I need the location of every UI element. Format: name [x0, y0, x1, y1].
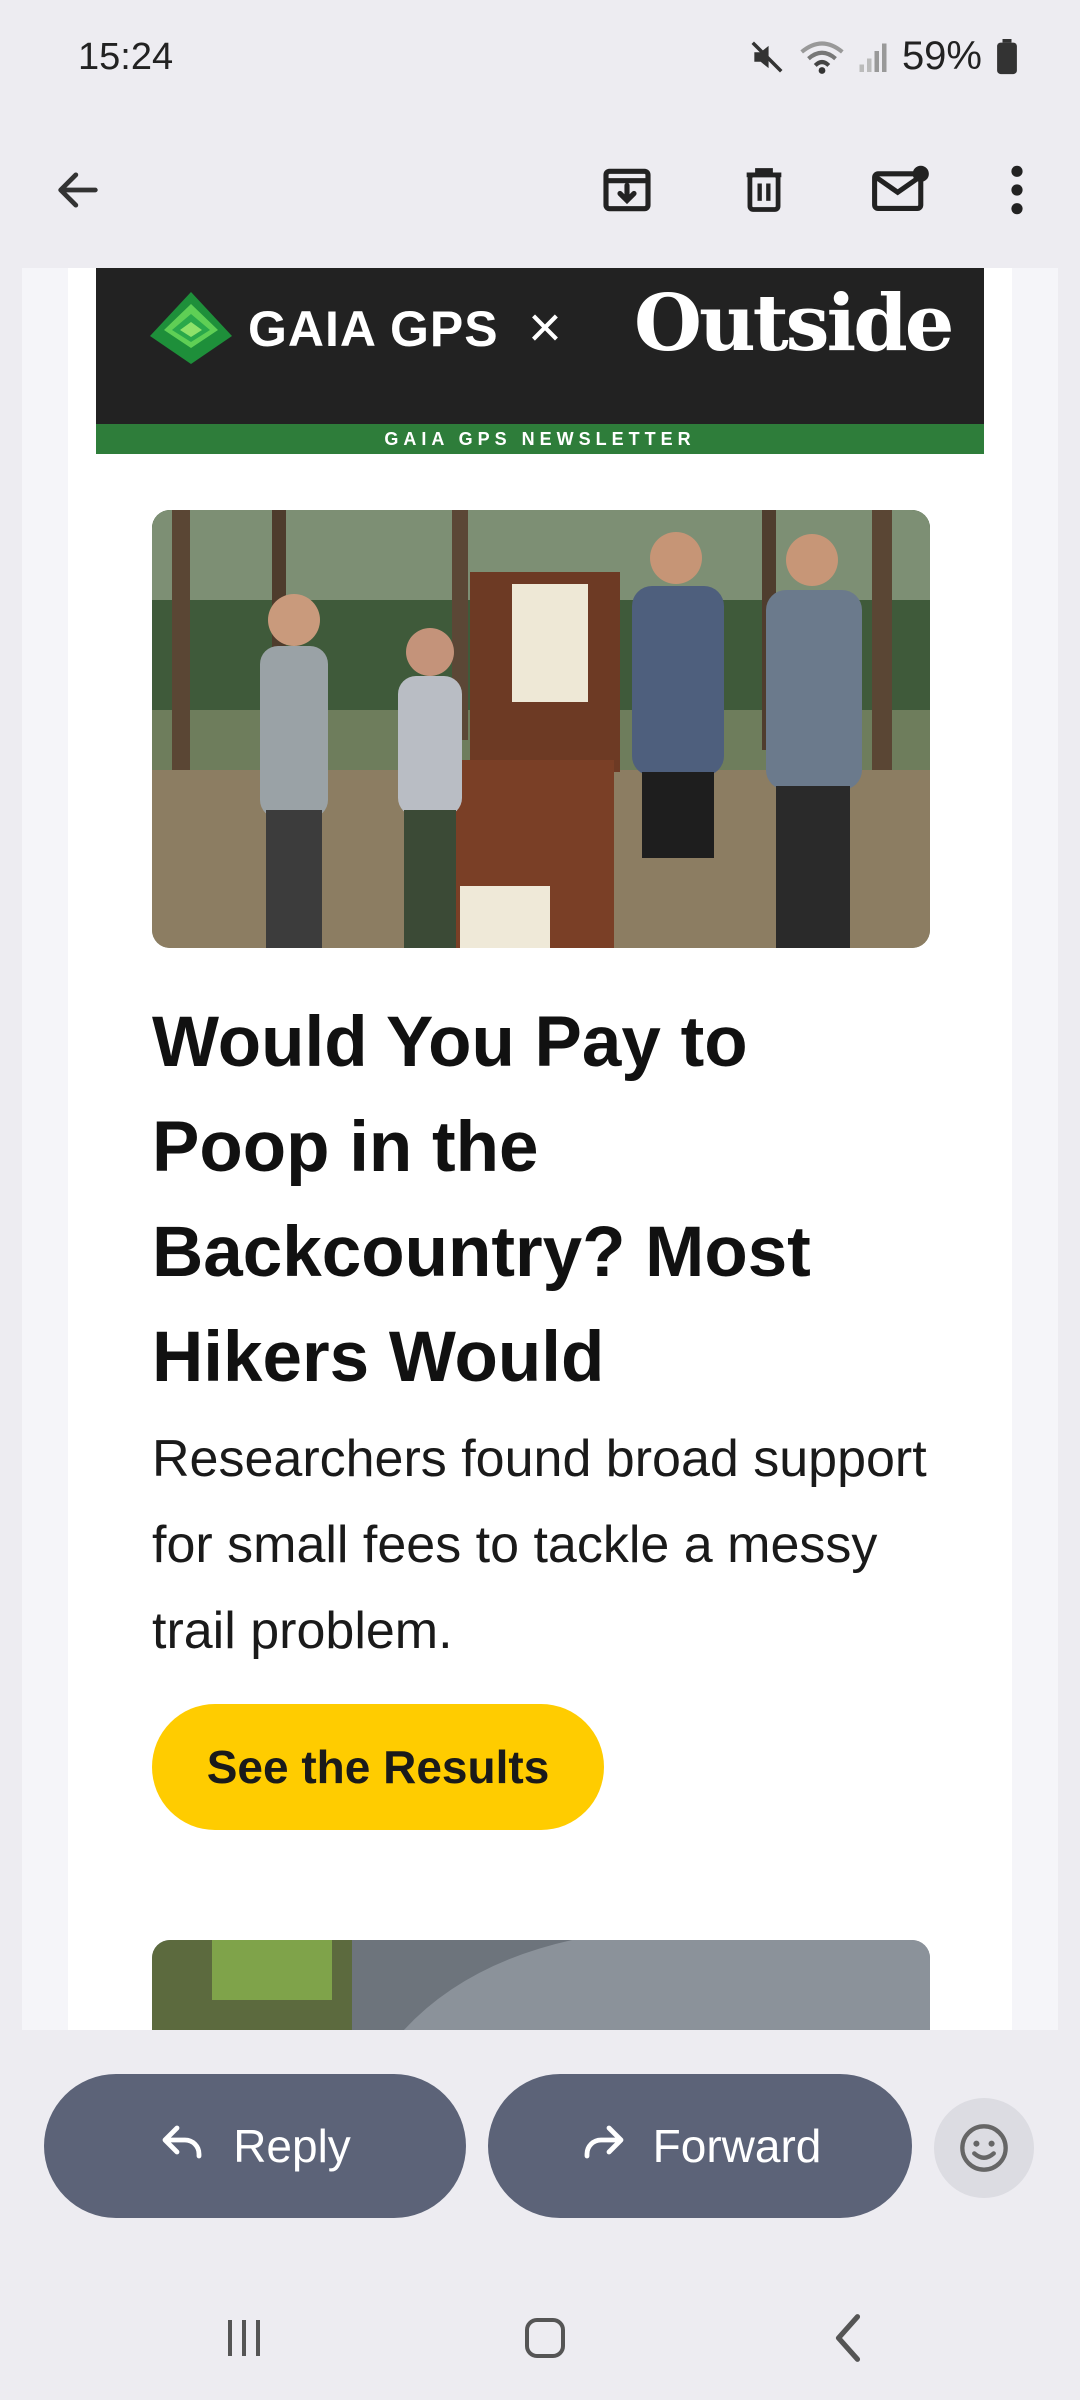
article-photo[interactable] [152, 510, 930, 948]
see-results-button[interactable]: See the Results [152, 1704, 604, 1830]
status-bar: 15:24 59% [0, 0, 1080, 110]
forward-icon [579, 2119, 627, 2173]
archive-icon[interactable] [587, 150, 667, 230]
next-article-photo[interactable] [152, 1940, 930, 2030]
gaia-logo-icon [148, 290, 234, 371]
email-toolbar [0, 110, 1080, 270]
more-options-icon[interactable] [977, 150, 1057, 230]
article-subtext: Researchers found broad support for smal… [152, 1430, 927, 1660]
home-icon[interactable] [505, 2308, 585, 2368]
newsletter-label: GAIA GPS NEWSLETTER [96, 424, 984, 454]
mute-icon [748, 38, 786, 76]
system-nav-bar [0, 2270, 1080, 2400]
battery-icon [996, 38, 1018, 75]
article-headline[interactable]: Would You Pay to Poop in the Backcountry… [152, 990, 932, 1410]
back-icon[interactable] [808, 2308, 888, 2368]
reply-icon [159, 2119, 207, 2173]
reply-button[interactable]: Reply [44, 2074, 466, 2218]
wifi-icon [800, 38, 844, 76]
gaia-gps-wordmark: GAIA GPS [248, 301, 499, 357]
newsletter-banner[interactable]: GAIA GPS × Outside GAIA GPS NEWSLETTER [96, 268, 984, 454]
signal-icon [858, 40, 888, 74]
status-icons: 59% [748, 34, 1018, 79]
mark-unread-icon[interactable] [860, 150, 940, 230]
smiley-icon[interactable] [934, 2098, 1034, 2198]
outside-wordmark: Outside [634, 278, 954, 369]
collab-separator: × [528, 295, 562, 360]
back-arrow-icon[interactable] [38, 150, 118, 230]
recents-icon[interactable] [204, 2308, 284, 2368]
forward-label: Forward [652, 2120, 822, 2172]
newsletter-card: GAIA GPS × Outside GAIA GPS NEWSLETTER W… [68, 268, 1012, 2030]
email-body[interactable]: GAIA GPS × Outside GAIA GPS NEWSLETTER W… [22, 268, 1058, 2030]
status-time: 15:24 [78, 36, 174, 78]
forward-button[interactable]: Forward [488, 2074, 912, 2218]
reply-label: Reply [233, 2120, 351, 2172]
banner-logos: GAIA GPS × Outside [96, 268, 984, 416]
delete-icon[interactable] [724, 150, 804, 230]
battery-label: 59% [901, 34, 982, 78]
